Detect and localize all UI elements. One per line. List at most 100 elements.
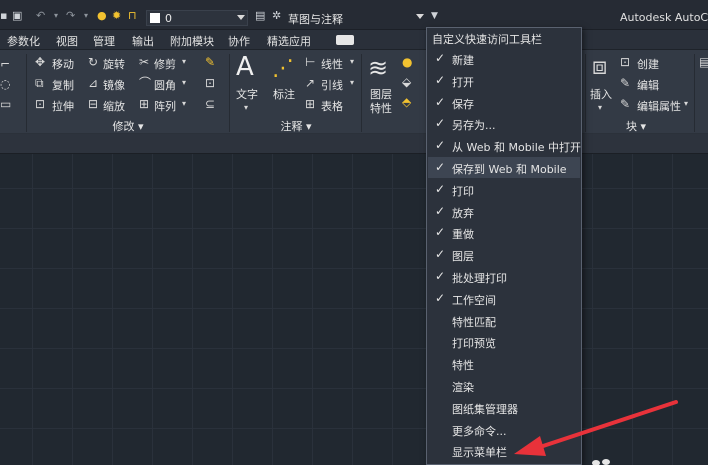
table-button[interactable]: 表格 <box>321 98 343 114</box>
workspace-dropdown[interactable]: ✲ 草图与注释 <box>272 10 428 26</box>
chevron-down-icon[interactable]: ▾ <box>350 56 354 68</box>
dimension-icon: ⋰ <box>272 56 294 81</box>
drawing-canvas[interactable] <box>0 154 708 465</box>
tab-output[interactable]: 输出 <box>132 33 154 49</box>
line-icon[interactable]: ⌐ <box>0 58 10 70</box>
create-block-button[interactable]: 创建 <box>637 56 659 72</box>
circle-icon[interactable]: ◌ <box>0 78 10 90</box>
fillet-button[interactable]: 圆角 <box>154 77 176 93</box>
chevron-down-icon[interactable]: ▾ <box>182 98 186 110</box>
menu-item[interactable]: 显示菜单栏 <box>428 440 580 461</box>
dimension-button[interactable]: 标注 <box>273 86 295 102</box>
stretch-button[interactable]: 拉伸 <box>52 98 74 114</box>
save-icon[interactable]: ▣ <box>12 10 22 22</box>
trim-button[interactable]: 修剪 <box>154 56 176 72</box>
layer-bulb-icon[interactable]: ● <box>402 56 412 68</box>
menu-item[interactable]: 渲染 <box>428 375 580 396</box>
copy-icon: ⧉ <box>35 76 44 90</box>
menu-item[interactable]: 图纸集管理器 <box>428 397 580 418</box>
explode-icon[interactable]: ⊡ <box>205 77 215 89</box>
tab-collaborate[interactable]: 协作 <box>228 33 250 49</box>
undo-icon[interactable]: ↶ <box>36 10 45 22</box>
menu-item[interactable]: 特性匹配 <box>428 310 580 331</box>
menu-item[interactable]: ✓ 重做 <box>428 222 580 243</box>
menu-item[interactable]: 打印预览 <box>428 331 580 352</box>
undo-dropdown-icon[interactable]: ▾ <box>54 10 58 22</box>
edit-block-button[interactable]: 编辑 <box>637 77 659 93</box>
menu-item-label: 重做 <box>452 228 474 242</box>
menu-item[interactable]: 更多命令... <box>428 419 580 440</box>
menu-item[interactable]: ✓ 新建 <box>428 48 580 69</box>
menu-item-label: 图纸集管理器 <box>452 402 518 416</box>
menu-item[interactable]: ✓ 图层 <box>428 244 580 265</box>
modify-panel-title[interactable]: 修改 ▾ <box>28 118 228 134</box>
redo-icon[interactable]: ↷ <box>66 10 75 22</box>
chevron-down-icon[interactable]: ▾ <box>684 98 688 110</box>
rotate-button[interactable]: 旋转 <box>103 56 125 72</box>
app-menu-icon[interactable]: ▪ <box>0 10 7 22</box>
edit-attributes-button[interactable]: 编辑属性 <box>637 98 681 114</box>
leader-button[interactable]: 引线 <box>321 77 343 93</box>
panel-separator <box>229 54 230 132</box>
text-button[interactable]: 文字 <box>236 86 258 102</box>
insert-button[interactable]: 插入 <box>590 86 612 102</box>
layer-dropdown[interactable]: 0 <box>146 10 248 26</box>
copy-button[interactable]: 复制 <box>52 77 74 93</box>
chevron-down-icon[interactable]: ▾ <box>182 77 186 89</box>
tab-featured-apps[interactable]: 精选应用 <box>267 33 311 49</box>
properties-icon[interactable]: ▤ <box>699 56 708 68</box>
chevron-down-icon[interactable]: ▾ <box>350 77 354 89</box>
menu-item[interactable]: ✓ 批处理打印 <box>428 266 580 287</box>
move-button[interactable]: 移动 <box>52 56 74 72</box>
menu-header: 自定义快速访问工具栏 <box>432 33 542 46</box>
chevron-down-icon[interactable]: ▾ <box>182 56 186 68</box>
menu-item[interactable]: ✓ 打印 <box>428 179 580 200</box>
layer-tool-icon[interactable]: ⬙ <box>402 76 411 88</box>
edit-attributes-icon: ✎ <box>620 97 631 111</box>
layer-on-bulb-icon[interactable]: ● <box>97 10 107 22</box>
customize-qat-icon[interactable]: ▼ <box>431 10 438 22</box>
check-icon: ✓ <box>435 269 446 283</box>
menu-item[interactable]: ✓ 从 Web 和 Mobile 中打开 <box>428 135 581 156</box>
menu-item[interactable]: ✓ 另存为... <box>428 113 580 134</box>
menu-item[interactable]: ✓ 打开 <box>428 70 580 91</box>
annotation-panel-title[interactable]: 注释 ▾ <box>232 118 360 134</box>
layer-tool-icon[interactable]: ⬘ <box>402 96 411 108</box>
linear-dimension-icon: ⊢ <box>305 55 316 69</box>
tab-addins[interactable]: 附加模块 <box>170 33 214 49</box>
linear-button[interactable]: 线性 <box>321 56 343 72</box>
menu-item[interactable]: ✓ 保存到 Web 和 Mobile <box>428 157 580 178</box>
array-button[interactable]: 阵列 <box>154 98 176 114</box>
check-icon: ✓ <box>435 160 446 174</box>
menu-item[interactable]: ✓ 保存 <box>428 92 580 113</box>
block-panel-title[interactable]: 块 ▾ <box>586 118 686 134</box>
menu-item[interactable]: 特性 <box>428 353 580 374</box>
chevron-down-icon[interactable]: ▾ <box>244 102 248 114</box>
scale-button[interactable]: 缩放 <box>103 98 125 114</box>
layer-properties-icon: ≋ <box>368 54 389 82</box>
layer-freeze-sun-icon[interactable]: ✹ <box>112 10 121 22</box>
layer-lock-icon[interactable]: ⊓ <box>128 10 137 22</box>
chevron-down-icon[interactable]: ▾ <box>598 102 602 114</box>
mirror-button[interactable]: 镜像 <box>103 77 125 93</box>
menu-item-label: 渲染 <box>452 381 474 394</box>
redo-dropdown-icon[interactable]: ▾ <box>84 10 88 22</box>
menu-item[interactable]: ✓ 工作空间 <box>428 288 580 309</box>
menu-item-label: 更多命令... <box>452 424 507 438</box>
tab-parametric[interactable]: 参数化 <box>7 33 40 49</box>
plot-icon[interactable]: ▤ <box>255 10 265 22</box>
menu-item[interactable]: ✓ 放弃 <box>428 201 580 222</box>
rectangle-icon[interactable]: ▭ <box>0 98 11 110</box>
tab-overflow-icon[interactable] <box>336 35 354 45</box>
fillet-icon: ⌒ <box>139 76 152 90</box>
tab-manage[interactable]: 管理 <box>93 33 115 49</box>
ribbon-tab-bar: 参数化 视图 管理 输出 附加模块 协作 精选应用 <box>0 30 708 50</box>
layer-properties-label-2[interactable]: 特性 <box>370 100 392 116</box>
tab-view[interactable]: 视图 <box>56 33 78 49</box>
layer-value: 0 <box>165 12 172 25</box>
menu-item-label: 工作空间 <box>452 293 496 307</box>
menu-item-label: 批处理打印 <box>452 272 507 285</box>
offset-icon[interactable]: ⊆ <box>205 98 215 110</box>
panel-separator <box>694 54 695 132</box>
erase-icon[interactable]: ✎ <box>205 56 215 68</box>
